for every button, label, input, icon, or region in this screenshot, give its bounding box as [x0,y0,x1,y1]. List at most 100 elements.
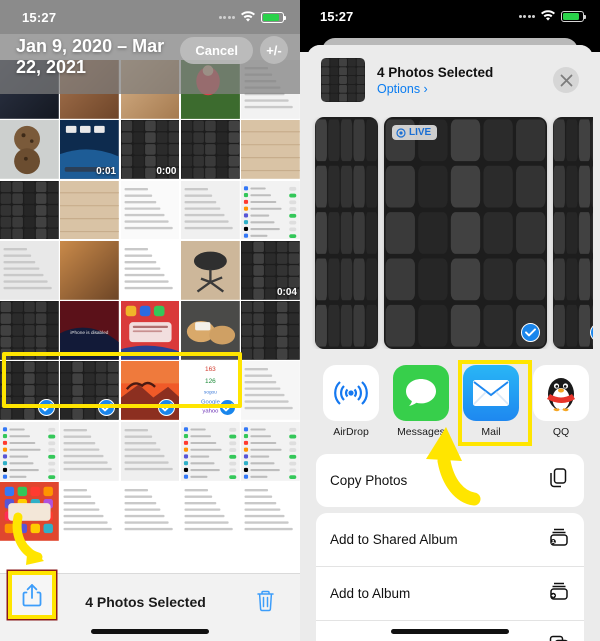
photo-cell[interactable]: iPhone is disabled [60,301,120,360]
photo-cell[interactable] [60,180,120,240]
share-button[interactable] [8,571,56,619]
photo-cell[interactable] [120,482,180,541]
share-sheet-header: 4 Photos Selected Options › [307,45,593,117]
photo-cell[interactable] [241,482,300,541]
photo-cell[interactable] [120,60,180,119]
photo-cell[interactable] [60,361,120,421]
photo-cell[interactable]: 0:01 [60,120,120,180]
photo-cell[interactable] [241,361,300,421]
photo-cell[interactable] [60,240,120,300]
screenshot-root: 0:01 0:00 0:04 iPhone is disabled 163 126 s… [0,0,600,641]
preview-photo[interactable] [315,117,378,349]
photo-thumbnail [0,60,59,119]
video-duration-badge: 0:01 [96,166,117,178]
photo-cell[interactable] [241,421,300,481]
battery-charging-icon [261,11,287,23]
photo-thumbnail: iPhone is disabled [60,301,120,360]
live-photo-badge: LIVE [392,125,438,140]
left-status-bar: 15:27 [0,0,300,34]
share-target-airdrop[interactable]: AirDrop [323,365,379,438]
share-header-texts: 4 Photos Selected Options › [377,64,541,96]
photo-grid[interactable]: 0:01 0:00 0:04 iPhone is disabled 163 126 s… [0,60,300,541]
photo-cell[interactable] [241,301,300,360]
photo-cell[interactable] [60,421,120,481]
photo-cell[interactable] [180,60,240,119]
photo-cell[interactable] [0,180,59,240]
home-indicator [391,629,509,634]
signal-dots-icon [518,14,535,18]
actions-group-secondary: Add to Shared AlbumAdd to AlbumDuplicate… [316,513,584,641]
svg-text:Google: Google [201,400,220,406]
photo-selected-check [521,323,540,342]
status-indicators [218,11,287,23]
photo-cell[interactable] [120,180,180,240]
status-indicators [518,10,587,22]
preview-image [315,117,378,349]
photo-cell[interactable] [0,301,59,360]
preview-photo[interactable]: LIVE [384,117,547,349]
photo-thumbnail [0,240,59,300]
photo-thumbnail [0,301,59,360]
photo-cell[interactable]: 0:04 [241,240,300,300]
photo-thumbnail [0,180,59,240]
preview-photo[interactable] [553,117,593,349]
photo-thumbnail [180,60,240,119]
home-indicator [91,629,209,634]
photo-cell[interactable] [60,482,120,541]
callout-arrow-to-mail [426,427,481,506]
photo-cell[interactable] [120,301,180,360]
share-target-label: QQ [552,426,570,438]
photo-cell[interactable] [180,421,240,481]
zoom-toggle-button[interactable]: +/- [260,36,288,64]
photo-preview-strip[interactable]: LIVE [307,117,593,349]
photo-cell[interactable] [0,421,59,481]
photo-cell[interactable]: 163 126 sogou Google yahoo [180,361,240,421]
photo-cell[interactable] [0,361,59,421]
photo-cell[interactable] [180,240,240,300]
photo-cell[interactable] [120,361,180,421]
action-icon-wrap [548,634,570,641]
photo-cell[interactable] [180,120,240,180]
callout-arrow-to-share [12,512,44,565]
photo-thumbnail [120,421,180,481]
right-status-bar: 15:27 [300,0,600,32]
add-album-icon [550,582,568,600]
cancel-button[interactable]: Cancel [180,36,253,64]
photo-thumbnail [60,421,120,481]
photo-cell[interactable] [0,240,59,300]
delete-button[interactable] [251,589,280,615]
photo-cell[interactable] [180,180,240,240]
photo-cell[interactable] [241,120,300,180]
preview-image [553,117,593,349]
share-icon [22,583,42,606]
photo-cell[interactable] [180,482,240,541]
options-link[interactable]: Options › [377,82,541,96]
photo-cell[interactable] [120,421,180,481]
signal-dots-icon [218,15,235,19]
action-row[interactable]: Add to Shared Album [316,513,584,567]
photo-cell[interactable] [180,301,240,360]
photo-cell[interactable]: 0:00 [120,120,180,180]
header-buttons: Cancel +/- [180,36,288,64]
photo-thumbnail [241,60,300,119]
photo-cell[interactable] [120,240,180,300]
photo-thumbnail [180,482,240,541]
photo-thumbnail [120,240,180,300]
photo-cell[interactable] [60,60,120,119]
share-sheet: 4 Photos Selected Options › LIVE AirDrop… [307,45,593,641]
share-target-qq[interactable]: QQ [533,365,589,438]
photo-thumbnail [241,180,300,240]
duplicate-icon [549,635,568,641]
action-label: Add to Album [330,586,411,601]
photo-thumbnail [60,180,120,240]
photo-thumbnail [0,120,59,180]
left-phone-screen: 0:01 0:00 0:04 iPhone is disabled 163 126 s… [0,0,300,641]
action-label: Copy Photos [330,473,408,488]
photo-cell[interactable] [0,60,59,119]
photo-cell[interactable] [0,120,59,180]
photo-cell[interactable] [241,180,300,240]
photo-thumbnail [241,482,300,541]
photo-cell[interactable] [241,60,300,119]
close-button[interactable] [553,67,579,93]
action-row[interactable]: Add to Album [316,567,584,621]
